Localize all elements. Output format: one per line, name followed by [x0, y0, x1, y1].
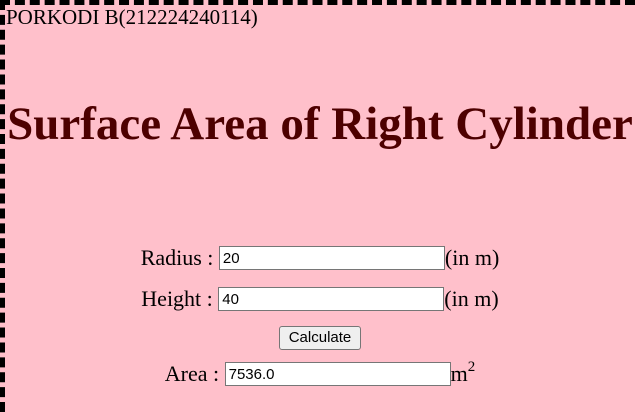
radius-row: Radius : (in m) [5, 245, 635, 271]
author-label: PORKODI B(212224240114) [6, 5, 258, 29]
height-row: Height : (in m) [5, 286, 635, 312]
area-unit-exponent: 2 [467, 359, 476, 375]
height-unit: (in m) [444, 286, 499, 311]
calculate-row: Calculate [5, 322, 635, 350]
height-label: Height : [141, 286, 213, 311]
page-title: Surface Area of Right Cylinder [7, 98, 633, 150]
calculate-button[interactable]: Calculate [278, 326, 362, 350]
radius-label: Radius : [140, 245, 214, 270]
area-row: Area : m2 [5, 359, 635, 387]
page-frame: PORKODI B(212224240114) Surface Area of … [0, 0, 635, 412]
radius-input[interactable] [218, 246, 445, 271]
area-label: Area : [164, 361, 220, 386]
area-output[interactable] [224, 362, 451, 387]
height-input[interactable] [218, 287, 445, 312]
area-unit: m [450, 361, 468, 386]
radius-unit: (in m) [444, 245, 500, 270]
